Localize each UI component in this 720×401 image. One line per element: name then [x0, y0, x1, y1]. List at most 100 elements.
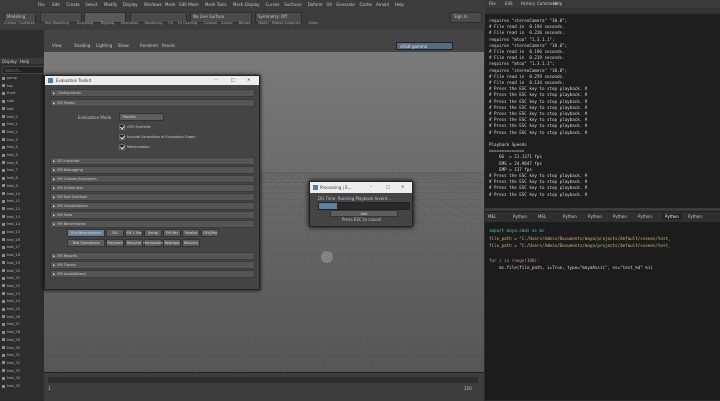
menu-item-edit-mesh[interactable]: Edit Mesh: [179, 2, 199, 7]
script-tab-8[interactable]: Python: [688, 214, 702, 219]
minimize-icon[interactable]: –: [370, 184, 372, 189]
shelf-tab-3[interactable]: Rigging: [101, 21, 114, 25]
processing-titlebar[interactable]: Processing | E... – □ ✕: [310, 182, 412, 193]
menu-item-mesh[interactable]: Mesh: [165, 2, 176, 7]
benchmark-button-6[interactable]: GPU/Par: [201, 229, 219, 237]
checkbox-icon[interactable]: [119, 124, 125, 130]
menu-item-cache[interactable]: Cache: [360, 2, 372, 7]
script-menu-edit[interactable]: Edit: [505, 1, 513, 6]
shelf-tab-2[interactable]: Sculpting: [77, 21, 93, 25]
script-tab-2[interactable]: MEL: [538, 214, 546, 219]
section-mid-4[interactable]: ▶ EM Tool Overlays: [50, 193, 255, 201]
menu-item-modify[interactable]: Modify: [104, 2, 117, 7]
benchmark-button-2[interactable]: EM-1 Ser: [125, 229, 143, 237]
shelf-tab-13[interactable]: XGen: [308, 21, 317, 25]
benchmark-button-1[interactable]: DG: [106, 229, 124, 237]
script-menu-file[interactable]: File: [489, 1, 496, 6]
script-menu-help[interactable]: Help: [553, 1, 562, 6]
operation-button-4[interactable]: Redraws: [163, 239, 181, 247]
operation-button-3[interactable]: Manipulate: [143, 239, 163, 247]
section-bottom-1[interactable]: ▶ EM Timing: [50, 261, 255, 269]
benchmark-button-0[interactable]: Run Benchmarks: [67, 229, 105, 237]
shelf-tab-8[interactable]: Custom: [204, 21, 217, 25]
checkbox-icon[interactable]: [119, 134, 125, 140]
menu-item-mesh-tools[interactable]: Mesh Tools: [205, 2, 227, 7]
outliner-menu-help[interactable]: Help: [20, 59, 29, 64]
section-bottom-2[interactable]: ▶ EM Invalidations: [50, 270, 255, 278]
viewport-menu-lighting[interactable]: Lighting: [96, 43, 112, 48]
section-mid-0[interactable]: ▶ EG Inspector: [50, 157, 255, 165]
maximize-icon[interactable]: □: [386, 184, 390, 189]
menu-item-surfaces[interactable]: Surfaces: [284, 2, 301, 7]
section-mid-6[interactable]: ▶ EM Tools: [50, 211, 255, 219]
script-tab-3[interactable]: Python: [563, 214, 577, 219]
operation-button-1[interactable]: Playback: [106, 239, 124, 247]
check-0[interactable]: GPU Override: [119, 124, 151, 130]
shelf-tab-5[interactable]: Rendering: [145, 21, 163, 25]
outliner-item[interactable]: test_35: [2, 382, 20, 390]
section-mid-2[interactable]: ▶ EM Custom Evaluators: [50, 175, 255, 183]
script-tab-4[interactable]: Python: [588, 214, 602, 219]
viewport-menu-show[interactable]: Show: [118, 43, 129, 48]
close-icon[interactable]: ✕: [401, 184, 404, 189]
menu-item-file[interactable]: File: [38, 2, 45, 7]
operation-button-5[interactable]: Rollover: [182, 239, 200, 247]
shelf-tab-10[interactable]: Bifrost: [239, 21, 250, 25]
section-mid-3[interactable]: ▶ EM Schedulers: [50, 184, 255, 192]
section-top-1[interactable]: ▶ EM Modes: [50, 99, 255, 107]
minimize-icon[interactable]: –: [215, 77, 217, 82]
color-space-field[interactable]: sRGB gamma: [396, 42, 453, 50]
operation-button-2[interactable]: Resume: [125, 239, 143, 247]
menu-item-edit[interactable]: Edit: [52, 2, 60, 7]
viewport-menu-view[interactable]: View: [52, 43, 62, 48]
menu-item-mesh-display[interactable]: Mesh Display: [233, 2, 260, 7]
menu-item-deform[interactable]: Deform: [308, 2, 323, 7]
outliner-menu-display[interactable]: Display: [2, 59, 17, 64]
menu-item-curves[interactable]: Curves: [266, 2, 280, 7]
script-tab-5[interactable]: Python: [613, 214, 627, 219]
script-menu-history[interactable]: History: [521, 1, 535, 6]
shelf-tab-1[interactable]: Poly Modeling: [45, 21, 69, 25]
close-icon[interactable]: ✕: [247, 77, 250, 82]
menu-item-display[interactable]: Display: [123, 2, 138, 7]
sign-in-button[interactable]: Sign In: [450, 12, 482, 23]
maximize-icon[interactable]: □: [231, 77, 235, 82]
shelf-tab-7[interactable]: FX Caching: [178, 21, 198, 25]
script-tab-7[interactable]: Python: [663, 214, 681, 219]
section-top-0[interactable]: ▶ Configuration: [50, 89, 255, 97]
menu-item-help[interactable]: Help: [395, 2, 404, 7]
menu-item-generate[interactable]: Generate: [336, 2, 355, 7]
benchmark-button-4[interactable]: EM-Par: [163, 229, 181, 237]
code-input[interactable]: [485, 222, 720, 400]
viewport-menu-panels[interactable]: Panels: [162, 43, 175, 48]
script-tab-0[interactable]: MEL: [488, 214, 496, 219]
shelf-tab-4[interactable]: Animation: [121, 21, 139, 25]
section-benchmarks[interactable]: ▶ EM Benchmarks: [50, 220, 255, 228]
section-mid-5[interactable]: ▶ EM Visualizations: [50, 202, 255, 210]
checkbox-icon[interactable]: [119, 144, 125, 150]
section-bottom-0[interactable]: ▶ EM Reports: [50, 252, 255, 260]
section-mid-1[interactable]: ▶ EM Debugging: [50, 166, 255, 174]
time-slider[interactable]: 1 120: [44, 372, 484, 401]
viewport-menu-renderer[interactable]: Renderer: [140, 43, 158, 48]
shelf-tab-0[interactable]: Curves / Surfaces: [4, 21, 35, 25]
window-titlebar[interactable]: Evaluation Toolkit – □ ✕: [45, 76, 259, 85]
viewport-menu-shading[interactable]: Shading: [74, 43, 90, 48]
operation-button-0[interactable]: Test Operations: [67, 239, 105, 247]
script-tab-6[interactable]: Python: [638, 214, 652, 219]
check-1[interactable]: Include Controllers in Evaluation Graph: [119, 134, 196, 140]
evaluation-mode-dropdown[interactable]: Parallel: [119, 113, 164, 121]
menu-item-select[interactable]: Select: [85, 2, 97, 7]
menu-item-create[interactable]: Create: [66, 2, 79, 7]
menu-item-arnold[interactable]: Arnold: [376, 2, 389, 7]
outliner-search-input[interactable]: Search...: [2, 66, 44, 74]
shelf-tab-9[interactable]: Arnold: [221, 21, 232, 25]
check-2[interactable]: Manipulation: [119, 144, 150, 150]
pane-divider[interactable]: [485, 208, 720, 211]
menu-item-windows[interactable]: Windows: [144, 2, 162, 7]
menu-item-uv[interactable]: UV: [327, 2, 333, 7]
selected-object[interactable]: [321, 251, 333, 263]
shelf-tab-11[interactable]: MASH: [259, 21, 269, 25]
halt-button[interactable]: Halt: [330, 210, 398, 217]
benchmark-button-5[interactable]: Parallel: [182, 229, 200, 237]
